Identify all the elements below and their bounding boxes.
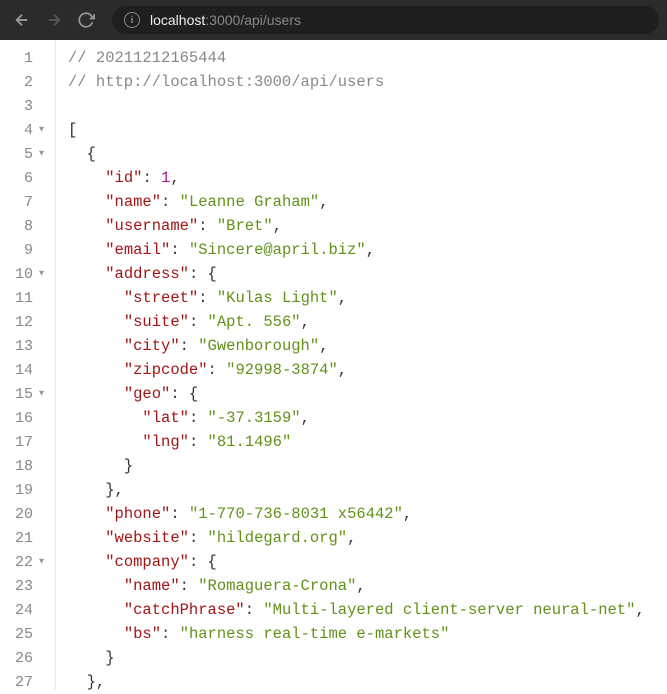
gutter-line: 3 [0,94,55,118]
fold-toggle-icon[interactable]: ▾ [39,148,49,160]
fold-toggle-icon[interactable]: ▾ [39,268,49,280]
line-number: 20 [7,506,33,523]
gutter-line: 12 [0,310,55,334]
line-number: 2 [7,74,33,91]
gutter-line: 20 [0,502,55,526]
gutter-line: 18 [0,454,55,478]
fold-toggle-icon[interactable]: ▾ [39,556,49,568]
back-button[interactable] [8,6,36,34]
line-number: 17 [7,434,33,451]
address-bar[interactable]: i localhost:3000/api/users [112,6,659,34]
line-number: 6 [7,170,33,187]
gutter-line: 6 [0,166,55,190]
reload-button[interactable] [72,6,100,34]
code-content: // 20211212165444 // http://localhost:30… [56,40,667,690]
gutter-line: 27 [0,670,55,694]
line-number: 23 [7,578,33,595]
line-number: 22 [7,554,33,571]
line-number: 13 [7,338,33,355]
line-number: 11 [7,290,33,307]
url-text: localhost:3000/api/users [150,12,301,28]
gutter-line: 23 [0,574,55,598]
comment-url: // http://localhost:3000/api/users [68,73,384,91]
gutter-line: 25 [0,622,55,646]
comment-timestamp: // 20211212165444 [68,49,226,67]
gutter-line: 19 [0,478,55,502]
gutter-line: 13 [0,334,55,358]
line-number: 15 [7,386,33,403]
line-number: 14 [7,362,33,379]
gutter-line: 9 [0,238,55,262]
line-number: 12 [7,314,33,331]
line-number: 10 [7,266,33,283]
gutter-line: 16 [0,406,55,430]
line-number: 7 [7,194,33,211]
gutter-line: 17 [0,430,55,454]
line-number: 26 [7,650,33,667]
line-number: 3 [7,98,33,115]
line-number: 21 [7,530,33,547]
gutter-line: 1 [0,46,55,70]
fold-toggle-icon[interactable]: ▾ [39,388,49,400]
gutter-line: 11 [0,286,55,310]
line-number: 18 [7,458,33,475]
gutter-line: 4▾ [0,118,55,142]
line-number: 5 [7,146,33,163]
line-number: 19 [7,482,33,499]
line-number: 1 [7,50,33,67]
line-number: 9 [7,242,33,259]
gutter-line: 10 ▾ [0,262,55,286]
gutter-line: 22 ▾ [0,550,55,574]
site-info-icon[interactable]: i [124,12,140,28]
forward-button[interactable] [40,6,68,34]
gutter-line: 8 [0,214,55,238]
line-number: 27 [7,674,33,691]
line-gutter: 1234▾5▾678910▾1112131415▾16171819202122▾… [0,40,56,690]
code-viewer: 1234▾5▾678910▾1112131415▾16171819202122▾… [0,40,667,690]
gutter-line: 2 [0,70,55,94]
line-number: 16 [7,410,33,427]
line-number: 8 [7,218,33,235]
gutter-line: 21 [0,526,55,550]
gutter-line: 7 [0,190,55,214]
gutter-line: 15 ▾ [0,382,55,406]
browser-toolbar: i localhost:3000/api/users [0,0,667,40]
gutter-line: 5▾ [0,142,55,166]
line-number: 4 [7,122,33,139]
line-number: 24 [7,602,33,619]
gutter-line: 24 [0,598,55,622]
fold-toggle-icon[interactable]: ▾ [39,124,49,136]
gutter-line: 26 [0,646,55,670]
line-number: 25 [7,626,33,643]
gutter-line: 14 [0,358,55,382]
